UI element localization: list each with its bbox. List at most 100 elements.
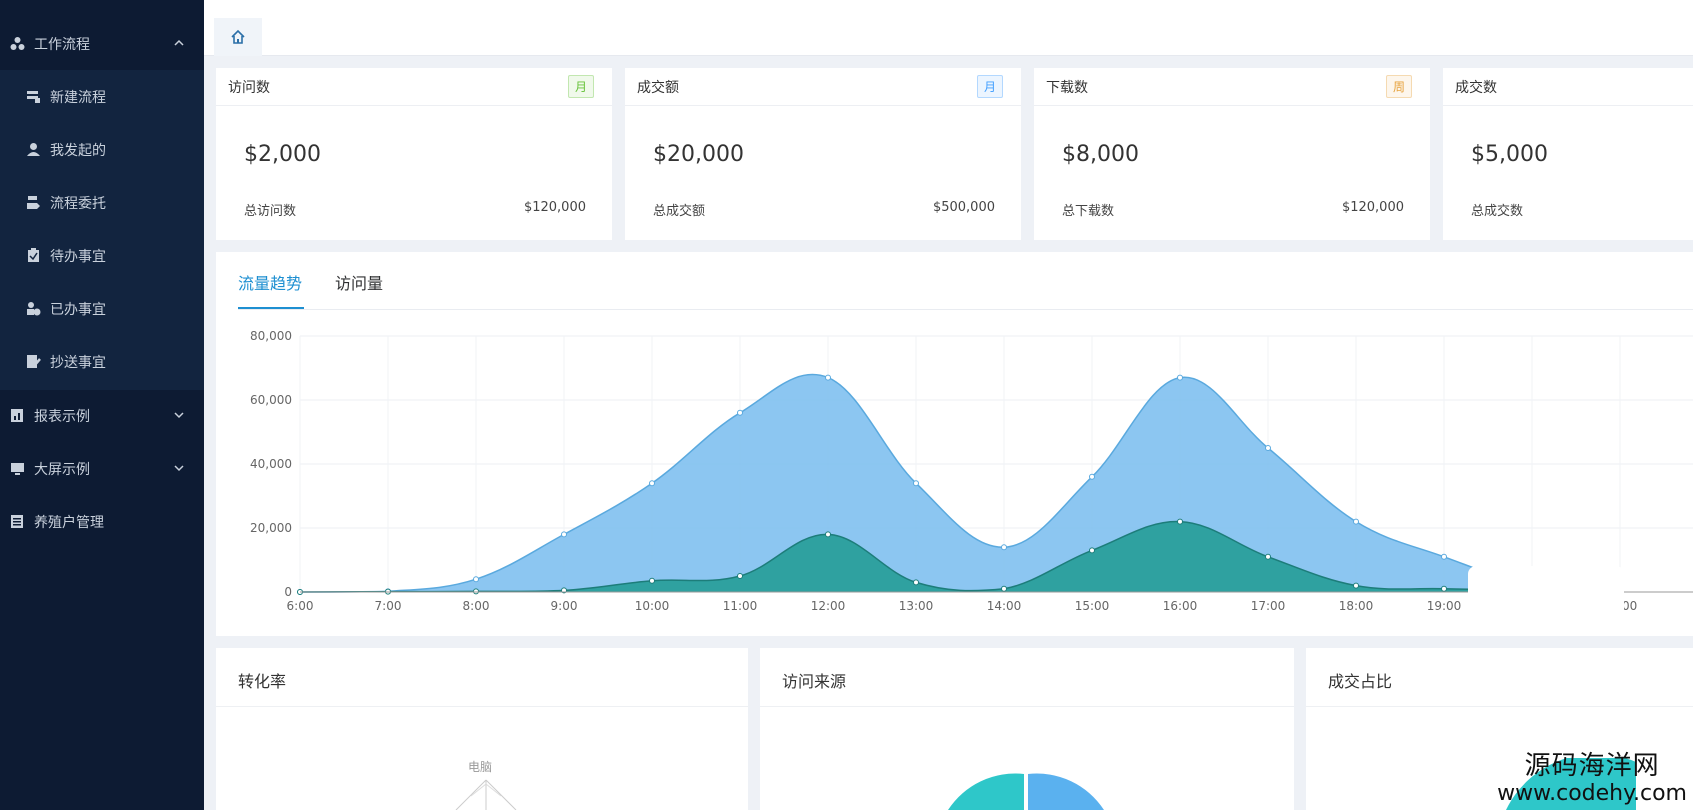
menu-reports[interactable]: 报表示例 — [0, 389, 204, 442]
panel-divider — [1306, 706, 1693, 707]
data-point[interactable] — [1353, 518, 1359, 525]
sidebar-item-label: 流程委托 — [50, 195, 106, 212]
period-badge: 月 — [567, 75, 594, 98]
data-point[interactable] — [737, 573, 743, 579]
card-foot-value: $120,000 — [523, 200, 586, 215]
data-point[interactable] — [825, 374, 831, 381]
tags-view — [204, 18, 1693, 56]
card-value: $2,000 — [244, 142, 321, 167]
y-tick-label: 20,000 — [250, 521, 292, 535]
sidebar-item-label: 抄送事宜 — [50, 354, 106, 371]
data-point[interactable] — [1441, 585, 1447, 592]
data-point[interactable] — [825, 531, 831, 538]
delegate-icon — [26, 195, 41, 210]
x-tick-label: 15:00 — [1075, 599, 1110, 613]
sidebar-item-todo[interactable]: 待办事宜 — [0, 229, 204, 282]
stat-card-visits: 访问数 月 $2,000 总访问数 $120,000 — [216, 68, 612, 240]
sidebar-item-new-flow[interactable]: 新建流程 — [0, 70, 204, 123]
data-point[interactable] — [1441, 553, 1447, 560]
workflow-icon — [10, 36, 25, 51]
menu-workflow-label: 工作流程 — [34, 36, 90, 53]
conversion-panel: 转化率 电脑 — [216, 648, 748, 810]
x-tick-label: 17:00 — [1251, 599, 1286, 613]
card-title: 下载数 — [1046, 79, 1088, 96]
tab-traffic-trend[interactable]: 流量趋势 — [238, 270, 302, 294]
panel-title: 成交占比 — [1328, 672, 1393, 691]
menu-farmers[interactable]: 养殖户管理 — [0, 495, 204, 548]
chevron-up-icon — [174, 39, 184, 46]
data-point[interactable] — [1089, 547, 1095, 554]
card-title: 访问数 — [228, 79, 270, 96]
top-header — [204, 0, 1693, 18]
y-tick-label: 0 — [284, 585, 292, 599]
data-point[interactable] — [1177, 374, 1183, 381]
x-tick-label: 13:00 — [899, 599, 934, 613]
card-title: 成交数 — [1455, 79, 1497, 96]
card-value: $20,000 — [653, 142, 744, 167]
y-tick-label: 60,000 — [250, 393, 292, 407]
source-pie-chart — [948, 773, 1104, 810]
data-point[interactable] — [649, 577, 655, 584]
data-point[interactable] — [473, 576, 479, 583]
watermark-cn: 源码海洋网 — [1524, 751, 1660, 781]
card-foot-value: $500,000 — [932, 200, 995, 215]
panel-title: 转化率 — [238, 672, 287, 691]
monitor-icon — [10, 461, 25, 476]
y-tick-label: 40,000 — [250, 457, 292, 471]
card-foot-label: 总访问数 — [244, 204, 297, 219]
data-point[interactable] — [1001, 544, 1007, 551]
x-tick-label: 12:00 — [811, 599, 846, 613]
period-badge: 月 — [976, 75, 1003, 98]
clipboard-icon — [26, 248, 41, 263]
data-point[interactable] — [913, 480, 919, 487]
panel-divider — [216, 706, 748, 707]
user-icon — [26, 142, 41, 157]
radar-label: 电脑 — [468, 760, 493, 774]
data-point[interactable] — [1265, 553, 1271, 560]
data-point[interactable] — [1001, 585, 1007, 592]
card-foot-label: 总成交额 — [653, 204, 706, 219]
sidebar-item-done[interactable]: 已办事宜 — [0, 282, 204, 335]
card-foot-label: 总成交数 — [1471, 204, 1524, 219]
chevron-down-icon — [174, 465, 184, 472]
home-tab[interactable] — [214, 18, 262, 56]
card-value: $8,000 — [1062, 142, 1139, 167]
x-tick-label: 10:00 — [635, 599, 670, 613]
menu-workflow[interactable]: 工作流程 — [0, 17, 204, 70]
data-point[interactable] — [1177, 518, 1183, 525]
card-foot-label: 总下载数 — [1062, 204, 1115, 219]
data-point[interactable] — [1353, 582, 1359, 589]
sidebar-item-delegate[interactable]: 流程委托 — [0, 176, 204, 229]
sidebar-item-my-initiated[interactable]: 我发起的 — [0, 123, 204, 176]
watermark-url: www.codehy.com — [1497, 781, 1687, 806]
sidebar: 工作流程 新建流程 我发起的 流程委托 待办事宜 已办事宜 抄送事宜 报表示例 … — [0, 0, 204, 810]
source-panel: 访问来源 — [760, 648, 1294, 810]
radar-chart — [455, 779, 517, 810]
data-point[interactable] — [1089, 473, 1095, 480]
menu-bigscreen[interactable]: 大屏示例 — [0, 442, 204, 495]
x-tick-label: 9:00 — [551, 599, 578, 613]
x-tick-label: 18:00 — [1339, 599, 1374, 613]
data-point[interactable] — [1265, 445, 1271, 451]
x-tick-label: 19:00 — [1427, 599, 1462, 613]
data-point[interactable] — [649, 480, 655, 487]
sidebar-item-cc[interactable]: 抄送事宜 — [0, 335, 204, 388]
report-icon — [10, 408, 25, 423]
card-value: $5,000 — [1471, 142, 1548, 167]
stat-card-downloads: 下载数 周 $8,000 总下载数 $120,000 — [1034, 68, 1430, 240]
menu-bigscreen-label: 大屏示例 — [34, 461, 90, 478]
new-flow-icon — [26, 89, 41, 104]
sidebar-item-label: 我发起的 — [50, 142, 106, 159]
data-point[interactable] — [473, 588, 479, 595]
data-point[interactable] — [913, 579, 919, 586]
card-title: 成交额 — [637, 79, 679, 96]
tab-visits[interactable]: 访问量 — [335, 270, 383, 294]
menu-farmers-label: 养殖户管理 — [34, 514, 104, 531]
data-point[interactable] — [561, 531, 567, 538]
data-point[interactable] — [737, 409, 743, 416]
watermark: 源码海洋网 www.codehy.com — [1497, 752, 1687, 808]
overlay-mask — [1468, 566, 1624, 618]
stat-card-deals: 成交数 $5,000 总成交数 — [1443, 68, 1693, 240]
panel-divider — [760, 706, 1294, 707]
sidebar-item-label: 待办事宜 — [50, 248, 106, 265]
